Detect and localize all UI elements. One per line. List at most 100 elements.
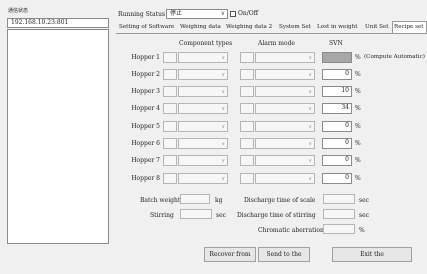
ip-address-field[interactable]: 192.168.10.23:801 — [7, 18, 109, 28]
alarm-mode-select[interactable]: ∨ — [255, 69, 315, 80]
svn-input[interactable]: 34 — [322, 103, 352, 114]
chevron-down-icon: ∨ — [221, 158, 225, 164]
hopper-label: Hopper 5 — [131, 123, 160, 130]
onoff-label: On/Off — [238, 10, 258, 17]
hopper-label: Hopper 1 — [131, 54, 160, 61]
hopper-label: Hopper 8 — [131, 175, 160, 182]
svn-input[interactable]: 0 — [322, 121, 352, 132]
component-type-select[interactable]: ∨ — [178, 173, 228, 184]
component-color-box[interactable] — [163, 52, 177, 63]
alarm-color-box[interactable] — [240, 138, 254, 149]
alarm-mode-select[interactable]: ∨ — [255, 52, 315, 63]
chromatic-aberration-label: Chromatic aberration — [258, 227, 324, 234]
component-type-select[interactable]: ∨ — [178, 52, 228, 63]
batch-weight-field[interactable] — [180, 194, 210, 204]
recover-from-button[interactable]: Recover from — [204, 247, 256, 262]
chevron-down-icon: ∨ — [221, 89, 225, 95]
alarm-color-box[interactable] — [240, 69, 254, 80]
percent-unit: % — [355, 54, 361, 61]
running-status-value: 停止 — [170, 10, 183, 17]
hopper-label: Hopper 6 — [131, 140, 160, 147]
component-color-box[interactable] — [163, 69, 177, 80]
chevron-down-icon: ∨ — [308, 158, 312, 164]
chevron-down-icon: ∨ — [308, 124, 312, 130]
hopper-label: Hopper 4 — [131, 105, 160, 112]
tab-unit-set[interactable]: Unit Set — [364, 23, 390, 33]
component-color-box[interactable] — [163, 86, 177, 97]
stirring-field[interactable] — [180, 209, 212, 219]
chevron-down-icon: ∨ — [221, 141, 225, 147]
component-color-box[interactable] — [163, 138, 177, 149]
percent-unit: % — [355, 140, 361, 147]
chevron-down-icon: ∨ — [308, 141, 312, 147]
percent-unit: % — [355, 123, 361, 130]
onoff-checkbox[interactable] — [230, 11, 236, 17]
svn-input[interactable]: 10 — [322, 86, 352, 97]
chevron-down-icon: ∨ — [308, 89, 312, 95]
percent-unit: % — [355, 71, 361, 78]
component-color-box[interactable] — [163, 103, 177, 114]
svn-input[interactable]: 0 — [322, 155, 352, 166]
hopper-label: Hopper 3 — [131, 88, 160, 95]
alarm-mode-select[interactable]: ∨ — [255, 121, 315, 132]
alarm-mode-header: Alarm mode — [258, 40, 295, 47]
alarm-color-box[interactable] — [240, 155, 254, 166]
component-types-header: Component types — [179, 40, 233, 47]
alarm-color-box[interactable] — [240, 86, 254, 97]
chevron-down-icon: ∨ — [308, 106, 312, 112]
tab-setting-of-software[interactable]: Setting of Software — [118, 23, 175, 33]
device-list[interactable] — [7, 29, 109, 244]
component-type-select[interactable]: ∨ — [178, 103, 228, 114]
tab-bar: Setting of Software Weighing data Weighi… — [116, 21, 427, 34]
alarm-mode-select[interactable]: ∨ — [255, 103, 315, 114]
hopper-label: Hopper 2 — [131, 71, 160, 78]
batch-weight-label: Batch weight — [140, 197, 181, 204]
alarm-mode-select[interactable]: ∨ — [255, 173, 315, 184]
discharge-stirring-unit: sec — [359, 212, 369, 219]
chevron-down-icon: ∨ — [221, 124, 225, 130]
alarm-color-box[interactable] — [240, 103, 254, 114]
chevron-down-icon: ∨ — [221, 72, 225, 78]
tab-lost-in-weight[interactable]: Lost in weight — [316, 23, 358, 33]
discharge-stirring-field[interactable] — [323, 209, 355, 219]
chromatic-aberration-unit: % — [359, 227, 365, 234]
alarm-mode-select[interactable]: ∨ — [255, 86, 315, 97]
tab-weighing-data[interactable]: Weighing data — [179, 23, 222, 33]
svn-input[interactable] — [322, 52, 352, 63]
component-type-select[interactable]: ∨ — [178, 69, 228, 80]
discharge-scale-unit: sec — [359, 197, 369, 204]
hopper-label: Hopper 7 — [131, 157, 160, 164]
alarm-color-box[interactable] — [240, 173, 254, 184]
alarm-mode-select[interactable]: ∨ — [255, 155, 315, 166]
tab-system-set[interactable]: System Set — [278, 23, 312, 33]
component-type-select[interactable]: ∨ — [178, 86, 228, 97]
percent-unit: % — [355, 88, 361, 95]
stirring-unit: sec — [216, 212, 226, 219]
alarm-mode-select[interactable]: ∨ — [255, 138, 315, 149]
svn-input[interactable]: 0 — [322, 69, 352, 80]
svn-input[interactable]: 0 — [322, 173, 352, 184]
alarm-color-box[interactable] — [240, 121, 254, 132]
component-color-box[interactable] — [163, 121, 177, 132]
tab-weighing-data-2[interactable]: Weighing data 2 — [225, 23, 273, 33]
send-to-button[interactable]: Send to the — [258, 247, 310, 262]
component-type-select[interactable]: ∨ — [178, 121, 228, 132]
percent-unit: % — [355, 175, 361, 182]
chromatic-aberration-field[interactable] — [323, 224, 355, 234]
chevron-down-icon: ∨ — [308, 55, 312, 61]
exit-button[interactable]: Exit the — [332, 247, 412, 262]
chevron-down-icon: ∨ — [221, 176, 225, 182]
component-type-select[interactable]: ∨ — [178, 138, 228, 149]
percent-unit: % — [355, 105, 361, 112]
percent-unit: % — [355, 157, 361, 164]
running-status-select[interactable]: 停止 ∨ — [166, 9, 228, 19]
component-color-box[interactable] — [163, 155, 177, 166]
component-color-box[interactable] — [163, 173, 177, 184]
alarm-color-box[interactable] — [240, 52, 254, 63]
chevron-down-icon: ∨ — [308, 176, 312, 182]
svn-input[interactable]: 0 — [322, 138, 352, 149]
discharge-scale-field[interactable] — [323, 194, 355, 204]
component-type-select[interactable]: ∨ — [178, 155, 228, 166]
chevron-down-icon: ∨ — [221, 106, 225, 112]
running-status-label: Running Status — [118, 11, 166, 18]
